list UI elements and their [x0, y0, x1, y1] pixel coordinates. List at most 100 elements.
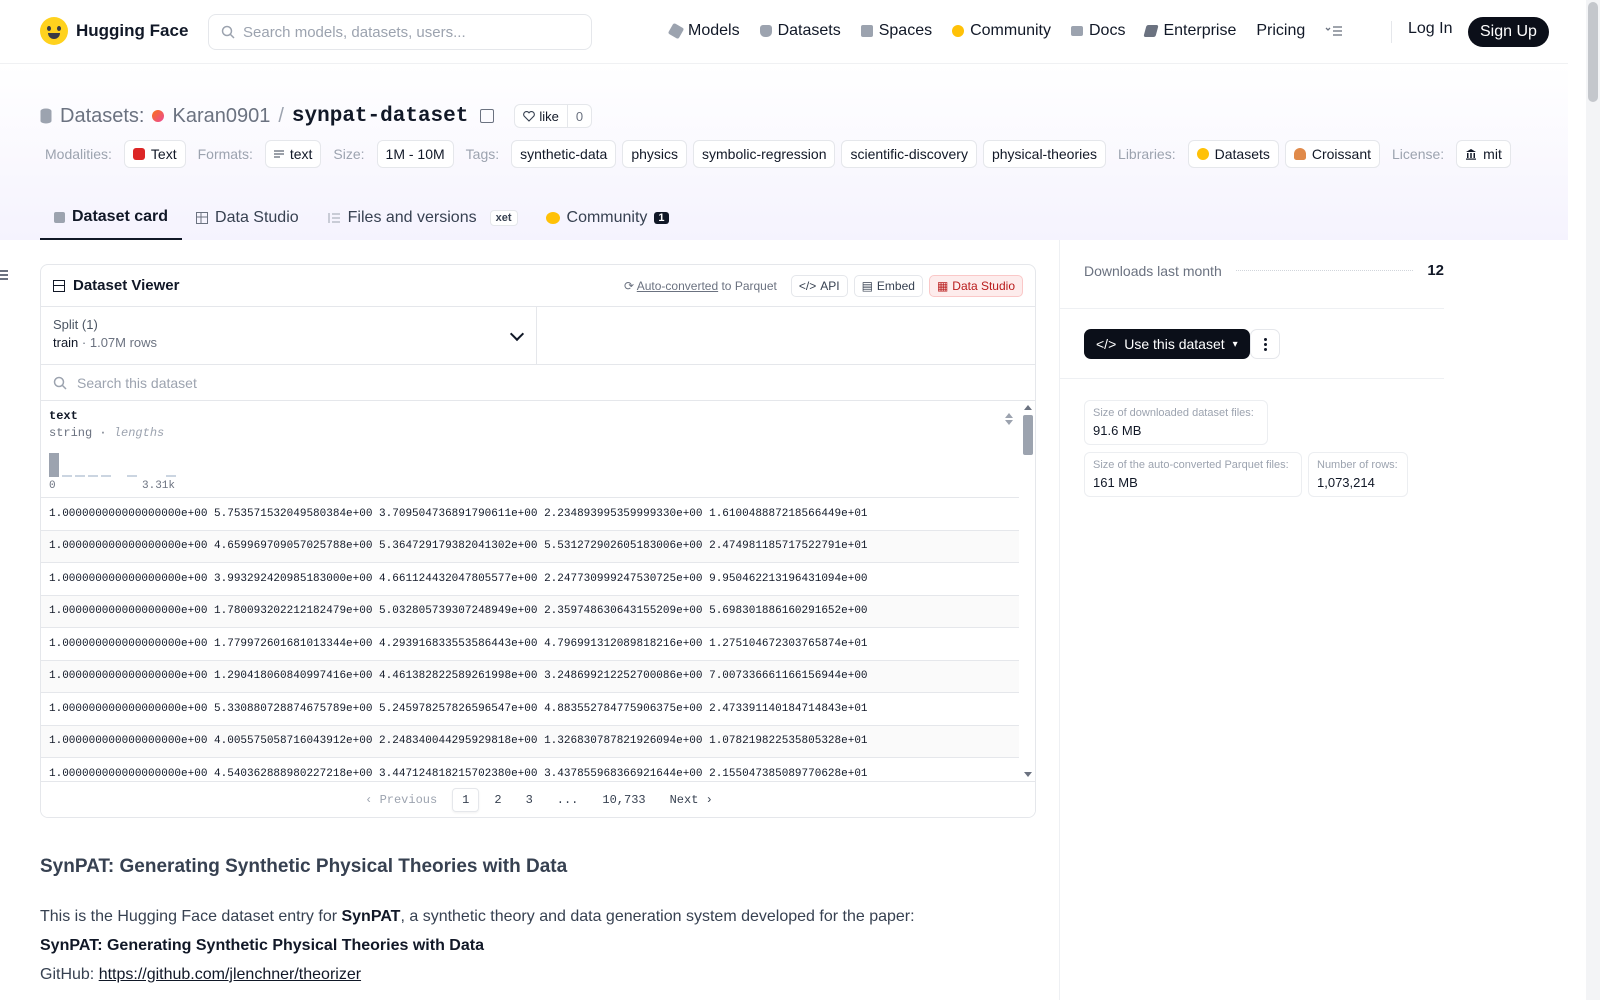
login-link[interactable]: Log In: [1408, 20, 1452, 38]
brand-logo[interactable]: Hugging Face: [40, 17, 188, 45]
top-nav: Hugging Face Models Datasets Spaces Comm…: [0, 0, 1568, 64]
column-header-text[interactable]: text string · lengths 0 3.31k: [41, 401, 1019, 498]
tab-data-studio[interactable]: Data Studio: [182, 196, 313, 240]
sidebar-toggle-icon[interactable]: [0, 270, 8, 280]
tag-license-mit[interactable]: mit: [1456, 140, 1511, 168]
nav-more-menu[interactable]: [1315, 21, 1353, 41]
modalities-label: Modalities:: [45, 146, 112, 162]
panel-divider: [1059, 240, 1060, 1000]
like-count[interactable]: 0: [568, 109, 591, 124]
use-this-dataset-button[interactable]: </> Use this dataset ▾: [1084, 329, 1250, 359]
table-row[interactable]: 1.000000000000000000e+00 1.7800932022121…: [41, 595, 1019, 628]
nav-models[interactable]: Models: [660, 18, 750, 44]
copy-icon[interactable]: [480, 109, 495, 123]
table-row[interactable]: 1.000000000000000000e+00 5.3308807288746…: [41, 693, 1019, 726]
dataset-name-link[interactable]: synpat-dataset: [292, 105, 468, 128]
tag-synthetic-data[interactable]: synthetic-data: [511, 140, 617, 168]
tag-physics[interactable]: physics: [622, 140, 687, 168]
pager-ellipsis: ...: [556, 792, 579, 807]
readme-intro: This is the Hugging Face dataset entry f…: [40, 906, 1040, 928]
table-row[interactable]: 1.000000000000000000e+00 1.2904180608409…: [41, 660, 1019, 693]
histogram-bar[interactable]: [62, 475, 72, 477]
scroll-down-icon[interactable]: [1024, 772, 1032, 777]
page-scrollbar[interactable]: [1586, 0, 1600, 1000]
sort-icon[interactable]: [1005, 413, 1013, 425]
use-this-dataset-label: Use this dataset: [1124, 336, 1225, 352]
scroll-up-icon[interactable]: [1024, 405, 1032, 410]
dataset-search-input[interactable]: [77, 374, 877, 391]
tag-label: Text: [150, 146, 177, 162]
nav-community-label: Community: [970, 22, 1051, 39]
histogram-min: 0: [49, 480, 56, 492]
viewer-scrollbar[interactable]: [1019, 401, 1035, 781]
nav-datasets-label: Datasets: [777, 22, 841, 39]
table-row[interactable]: 1.000000000000000000e+00 1.7799726016810…: [41, 628, 1019, 661]
stat-value: 91.6 MB: [1093, 423, 1142, 438]
split-dropdown[interactable]: Split (1) train · 1.07M rows: [41, 307, 537, 364]
pager-page-last[interactable]: 10,733: [593, 789, 654, 811]
table-row[interactable]: 1.000000000000000000e+00 3.9932924209851…: [41, 563, 1019, 596]
table-row[interactable]: 1.000000000000000000e+00 5.7535715320495…: [41, 498, 1019, 531]
like-button[interactable]: like: [515, 105, 568, 127]
more-options-button[interactable]: [1250, 329, 1280, 359]
readme-heading: SynPAT: Generating Synthetic Physical Th…: [40, 856, 568, 877]
embed-button[interactable]: ▤ Embed: [853, 274, 923, 297]
histogram-bar[interactable]: [88, 475, 98, 477]
column-stat-name: lengths: [113, 426, 165, 440]
formats-label: Formats:: [197, 146, 253, 162]
datasets-breadcrumb[interactable]: Datasets:: [60, 105, 144, 128]
tab-community[interactable]: Community 1: [532, 196, 683, 240]
table-row[interactable]: 1.000000000000000000e+00 4.6599697090570…: [41, 530, 1019, 563]
tag-physical-theories[interactable]: physical-theories: [982, 140, 1107, 168]
data-studio-button[interactable]: ▦ Data Studio: [928, 274, 1023, 297]
stat-value: 161 MB: [1093, 475, 1138, 490]
license-label: License:: [1392, 146, 1445, 162]
nav-spaces[interactable]: Spaces: [851, 18, 942, 44]
book-icon: [1071, 26, 1083, 36]
downloaded-size-stat: Size of downloaded dataset files: 91.6 M…: [1084, 400, 1268, 445]
to-parquet-text: to Parquet: [718, 278, 777, 293]
pager-next[interactable]: Next ›: [661, 789, 722, 811]
pager-page-1[interactable]: 1: [452, 787, 480, 812]
code-icon: </>: [1096, 336, 1117, 352]
github-link[interactable]: https://github.com/jlenchner/theorizer: [99, 966, 361, 983]
histogram-bar[interactable]: [127, 475, 137, 477]
histogram-bar[interactable]: [101, 475, 111, 477]
breadcrumb-separator: /: [278, 104, 284, 127]
nav-enterprise[interactable]: Enterprise: [1135, 18, 1246, 44]
tag-symbolic-regression[interactable]: symbolic-regression: [693, 140, 836, 168]
like-widget: like 0: [514, 104, 593, 128]
tag-label: scientific-discovery: [850, 146, 968, 162]
tag-library-croissant[interactable]: Croissant: [1284, 140, 1381, 168]
nav-community[interactable]: Community: [942, 18, 1061, 44]
global-search-input[interactable]: [243, 23, 573, 41]
dataset-search: [41, 365, 1035, 401]
signup-button[interactable]: Sign Up: [1468, 17, 1549, 47]
auto-converted-link[interactable]: Auto-converted: [637, 279, 718, 293]
tag-modality-text[interactable]: Text: [123, 140, 186, 168]
scroll-thumb[interactable]: [1023, 415, 1033, 455]
pager-page-3[interactable]: 3: [517, 789, 542, 811]
length-histogram: [49, 451, 179, 477]
api-button[interactable]: </> API: [790, 274, 848, 297]
tag-library-datasets[interactable]: Datasets: [1187, 140, 1279, 168]
tab-files-and-versions[interactable]: Files and versions xet: [313, 196, 532, 240]
tag-scientific-discovery[interactable]: scientific-discovery: [841, 140, 977, 168]
histogram-bar[interactable]: [75, 475, 85, 477]
parquet-size-stat: Size of the auto-converted Parquet files…: [1084, 452, 1302, 497]
histogram-bar[interactable]: [49, 453, 59, 477]
pager-previous[interactable]: ‹ Previous: [356, 789, 446, 811]
table-row[interactable]: 1.000000000000000000e+00 4.0055750587160…: [41, 725, 1019, 758]
tag-format-text[interactable]: text: [264, 140, 322, 168]
tab-dataset-card[interactable]: Dataset card: [40, 196, 183, 240]
page-scroll-thumb[interactable]: [1588, 2, 1598, 102]
nav-docs[interactable]: Docs: [1061, 18, 1135, 44]
nav-datasets[interactable]: Datasets: [750, 18, 851, 44]
nav-pricing[interactable]: Pricing: [1246, 18, 1315, 44]
stat-value: 1,073,214: [1317, 475, 1375, 490]
dataset-owner-link[interactable]: Karan0901: [172, 105, 270, 128]
embed-icon: ▤: [861, 278, 873, 293]
pager-page-2[interactable]: 2: [485, 789, 510, 811]
histogram-bar[interactable]: [166, 475, 176, 477]
tag-size[interactable]: 1M - 10M: [376, 140, 454, 168]
